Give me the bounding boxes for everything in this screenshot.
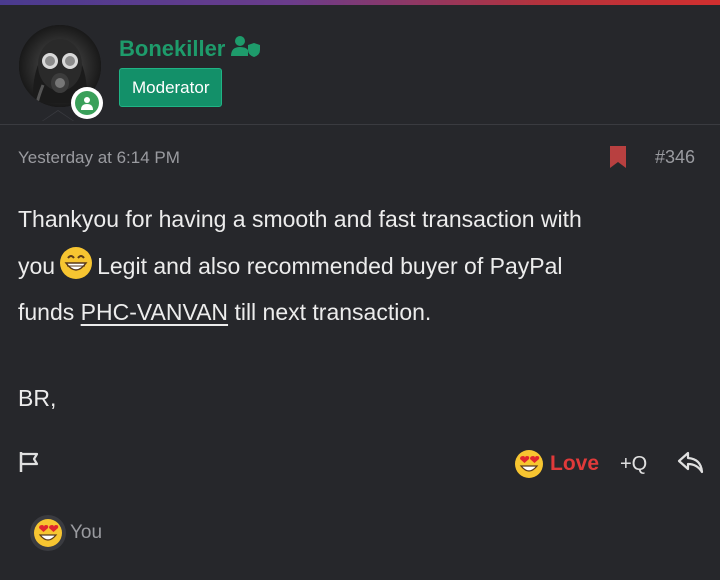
post-author-header: Bonekiller Moderator: [0, 5, 720, 125]
reaction-users[interactable]: You: [70, 522, 102, 544]
flag-icon[interactable]: [18, 450, 42, 474]
post-number[interactable]: #346: [655, 147, 695, 168]
message-text: you: [18, 252, 56, 279]
bookmark-icon[interactable]: [609, 146, 627, 168]
love-label[interactable]: Love: [550, 452, 599, 476]
message-line-1: Thankyou for having a smooth and fast tr…: [18, 206, 582, 232]
reply-icon[interactable]: [677, 450, 705, 476]
heart-eyes-emoji: [515, 450, 543, 478]
post-message: Thankyou for having a smooth and fast tr…: [18, 196, 698, 336]
user-mention-link[interactable]: PHC-VANVAN: [81, 299, 228, 325]
message-signoff: BR,: [18, 385, 57, 411]
moderator-badge: Moderator: [119, 68, 223, 107]
message-text: till next transaction.: [234, 299, 432, 325]
username[interactable]: Bonekiller: [119, 35, 261, 63]
grinning-face-emoji: [60, 246, 93, 279]
quote-button[interactable]: +Q: [620, 450, 647, 478]
message-line-3: funds PHC-VANVAN till next transaction.: [18, 289, 698, 336]
post-date[interactable]: Yesterday at 6:14 PM: [18, 148, 180, 168]
user-shield-icon: [231, 35, 261, 63]
love-reaction-button[interactable]: Love: [514, 449, 599, 479]
message-text: Legit and also recommended buyer of PayP…: [97, 252, 563, 279]
message-text: funds: [18, 299, 75, 325]
message-line-2: you Legit and also recommended buyer of …: [18, 243, 698, 290]
online-status-badge: [71, 87, 103, 119]
online-user-icon: [75, 91, 99, 115]
quote-label[interactable]: +Q: [620, 453, 647, 476]
reactions-summary[interactable]: You: [30, 515, 102, 551]
reaction-icon-wrap: [30, 515, 66, 551]
heart-eyes-emoji: [34, 519, 62, 547]
username-text[interactable]: Bonekiller: [119, 36, 225, 62]
